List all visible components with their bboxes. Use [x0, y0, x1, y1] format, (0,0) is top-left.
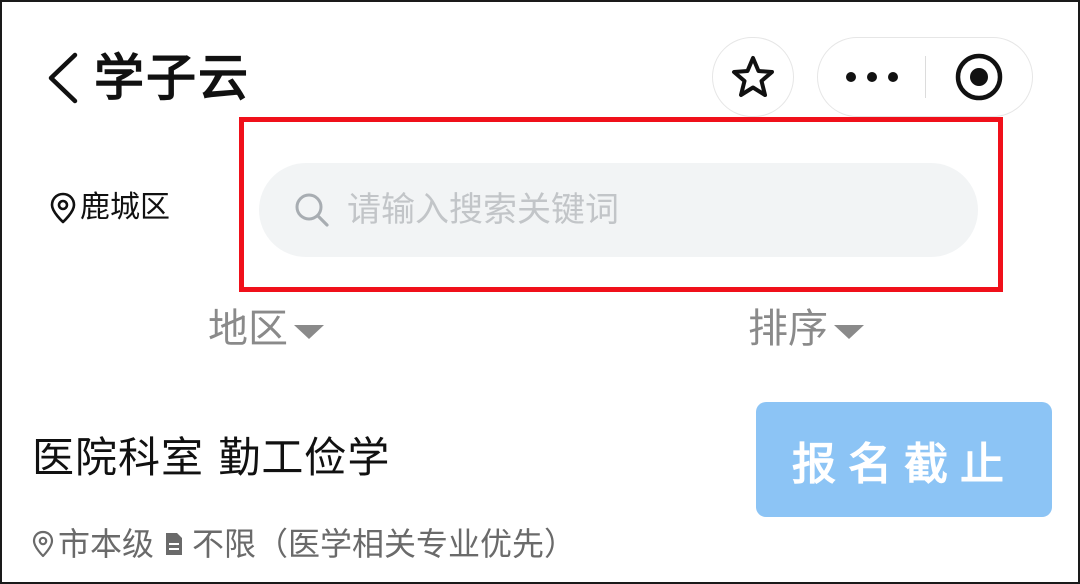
filter-region[interactable]: 地区 [208, 304, 324, 354]
location-label: 鹿城区 [80, 190, 170, 225]
location-selector[interactable]: 鹿城区 [50, 188, 170, 228]
search-input[interactable] [347, 190, 907, 230]
caret-down-icon [834, 325, 864, 339]
more-button[interactable] [818, 38, 925, 116]
close-button[interactable] [926, 38, 1032, 116]
caret-down-icon [294, 325, 324, 339]
listing-requirement: 不限（医学相关专业优先） [192, 525, 577, 563]
registration-closed-button[interactable]: 报名截止 [756, 402, 1052, 517]
page-title: 学子云 [94, 49, 250, 107]
filter-region-label: 地区 [208, 306, 288, 352]
back-button[interactable] [40, 50, 84, 106]
favorite-button[interactable] [712, 37, 794, 117]
search-bar[interactable] [259, 163, 978, 257]
search-icon [293, 190, 333, 230]
more-dots-icon [845, 72, 898, 82]
listing-area: 市本级 [58, 525, 155, 563]
chevron-left-icon [48, 52, 78, 104]
filter-sort[interactable]: 排序 [748, 304, 864, 354]
filter-sort-label: 排序 [748, 306, 828, 352]
listing-title[interactable]: 医院科室 勤工俭学 [32, 430, 390, 486]
star-icon [732, 56, 774, 97]
document-icon [164, 531, 184, 557]
listing-meta: 市本级 不限（医学相关专业优先） [32, 522, 576, 566]
location-pin-icon [50, 192, 76, 224]
miniprogram-capsule [817, 37, 1033, 117]
location-pin-icon [32, 530, 54, 558]
close-circle-icon [955, 53, 1003, 101]
